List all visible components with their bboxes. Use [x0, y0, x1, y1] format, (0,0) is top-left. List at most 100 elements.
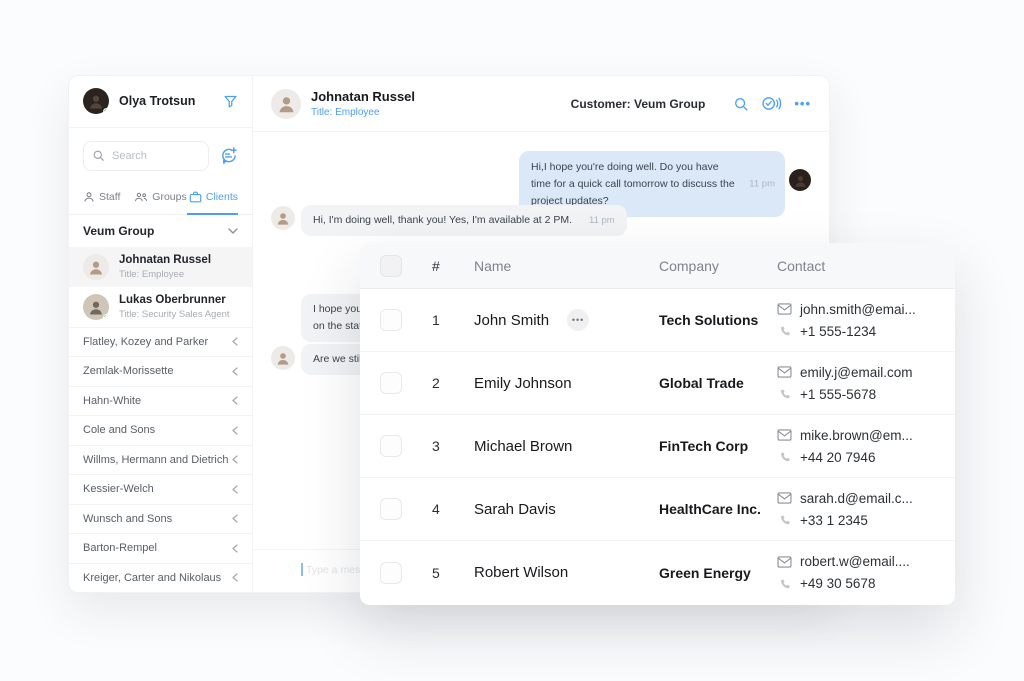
group-header[interactable]: Veum Group: [69, 215, 252, 247]
select-all-checkbox[interactable]: [380, 255, 402, 277]
client-email: john.smith@emai...: [800, 302, 916, 317]
check-waves-icon[interactable]: [761, 95, 782, 112]
row-number: 5: [432, 565, 474, 581]
company-name: Flatley, Kozey and Parker: [83, 336, 208, 348]
client-phone: +49 30 5678: [800, 576, 875, 591]
table-row[interactable]: 2 Emily Johnson Global Trade emily.j@ema…: [360, 352, 955, 415]
chat-search-icon[interactable]: [733, 96, 749, 112]
chevron-left-icon: [232, 337, 238, 346]
company-item[interactable]: Zemlak-Morissette: [69, 356, 252, 386]
chat-peer-name: Johnatan Russel: [311, 89, 571, 104]
row-number: 2: [432, 375, 474, 391]
company-name: Kessier-Welch: [83, 483, 154, 495]
company-item[interactable]: Wunsch and Sons: [69, 504, 252, 534]
tab-groups-label: Groups: [152, 191, 186, 203]
chat-header: Johnatan Russel Title: Employee Customer…: [253, 76, 829, 132]
column-header-company: Company: [659, 258, 777, 274]
tab-staff-label: Staff: [99, 191, 120, 203]
customer-label: Customer: Veum Group: [571, 97, 706, 111]
company-name: Willms, Hermann and Dietrich: [83, 454, 228, 466]
chevron-left-icon: [232, 455, 238, 464]
client-phone: +1 555-5678: [800, 387, 876, 402]
client-name: Michael Brown: [474, 438, 572, 455]
column-header-name: Name: [474, 258, 659, 274]
message-time: 11 pm: [589, 215, 615, 226]
client-name: John Smith: [474, 312, 549, 329]
sidebar: Olya Trotsun: [69, 76, 253, 592]
chat-peer-title: Title: Employee: [311, 107, 571, 118]
avatar: [789, 169, 811, 191]
company-name: Wunsch and Sons: [83, 513, 172, 525]
company-item[interactable]: Barton-Rempel: [69, 533, 252, 563]
company-item[interactable]: Hahn-White: [69, 386, 252, 416]
table-row[interactable]: 4 Sarah Davis HealthCare Inc. sarah.d@em…: [360, 478, 955, 541]
more-options-icon[interactable]: •••: [794, 96, 811, 111]
row-checkbox[interactable]: [380, 435, 402, 457]
client-company: Tech Solutions: [659, 312, 777, 328]
company-item[interactable]: Willms, Hermann and Dietrich: [69, 445, 252, 475]
row-checkbox[interactable]: [380, 562, 402, 584]
client-phone: +1 555-1234: [800, 324, 876, 339]
avatar: [271, 89, 301, 119]
message-bubble-incoming: Hi, I'm doing well, thank you! Yes, I'm …: [301, 205, 627, 236]
company-item[interactable]: Cole and Sons: [69, 415, 252, 445]
chevron-left-icon: [232, 514, 238, 523]
contact-name: Johnatan Russel: [119, 254, 211, 266]
contact-title: Title: Employee: [119, 269, 211, 280]
row-checkbox[interactable]: [380, 309, 402, 331]
client-email: sarah.d@email.c...: [800, 491, 913, 506]
chevron-left-icon: [232, 544, 238, 553]
table-row[interactable]: 1 John Smith ••• Tech Solutions john.smi…: [360, 289, 955, 352]
contact-name: Lukas Oberbrunner: [119, 294, 230, 306]
client-email: mike.brown@em...: [800, 428, 913, 443]
phone-icon: [777, 452, 792, 462]
chevron-left-icon: [232, 485, 238, 494]
company-name: Kreiger, Carter and Nikolaus: [83, 572, 221, 584]
avatar: [83, 294, 109, 320]
row-more-button[interactable]: •••: [567, 309, 589, 331]
client-name: Sarah Davis: [474, 501, 556, 518]
row-checkbox[interactable]: [380, 372, 402, 394]
current-user-name: Olya Trotsun: [119, 94, 223, 108]
message-text: Hi, I'm doing well, thank you! Yes, I'm …: [313, 214, 572, 226]
table-row[interactable]: 5 Robert Wilson Green Energy robert.w@em…: [360, 541, 955, 604]
new-chat-icon[interactable]: [219, 146, 238, 165]
company-item[interactable]: Kessier-Welch: [69, 474, 252, 504]
row-checkbox[interactable]: [380, 498, 402, 520]
client-email: robert.w@email....: [800, 554, 910, 569]
filter-icon[interactable]: [223, 94, 238, 109]
tab-groups[interactable]: Groups: [134, 183, 186, 214]
clients-table: # Name Company Contact 1 John Smith ••• …: [360, 243, 955, 605]
people-icon: [134, 191, 148, 203]
email-icon: [777, 429, 792, 441]
phone-icon: [777, 389, 792, 399]
row-number: 1: [432, 312, 474, 328]
table-row[interactable]: 3 Michael Brown FinTech Corp mike.brown@…: [360, 415, 955, 478]
avatar: [83, 88, 109, 114]
chevron-down-icon: [228, 228, 238, 234]
chevron-left-icon: [232, 426, 238, 435]
client-phone: +33 1 2345: [800, 513, 868, 528]
row-number: 4: [432, 501, 474, 517]
tab-staff[interactable]: Staff: [83, 183, 134, 214]
client-company: FinTech Corp: [659, 438, 777, 454]
client-email: emily.j@email.com: [800, 365, 912, 380]
person-icon: [83, 191, 95, 203]
client-company: Global Trade: [659, 375, 777, 391]
avatar: [271, 346, 295, 370]
company-name: Cole and Sons: [83, 424, 155, 436]
email-icon: [777, 303, 792, 315]
tab-clients[interactable]: Clients: [187, 183, 238, 215]
contact-item[interactable]: Lukas Oberbrunner Title: Security Sales …: [69, 287, 252, 327]
client-name: Robert Wilson: [474, 564, 568, 581]
client-company: HealthCare Inc.: [659, 501, 777, 517]
contact-item[interactable]: Johnatan Russel Title: Employee: [69, 247, 252, 287]
chevron-left-icon: [232, 396, 238, 405]
text-cursor: [301, 563, 303, 576]
company-item[interactable]: Flatley, Kozey and Parker: [69, 327, 252, 357]
company-item[interactable]: Kreiger, Carter and Nikolaus: [69, 563, 252, 593]
row-number: 3: [432, 438, 474, 454]
avatar: [83, 254, 109, 280]
app-screenshot: Olya Trotsun: [0, 0, 1024, 681]
group-name: Veum Group: [83, 224, 154, 238]
